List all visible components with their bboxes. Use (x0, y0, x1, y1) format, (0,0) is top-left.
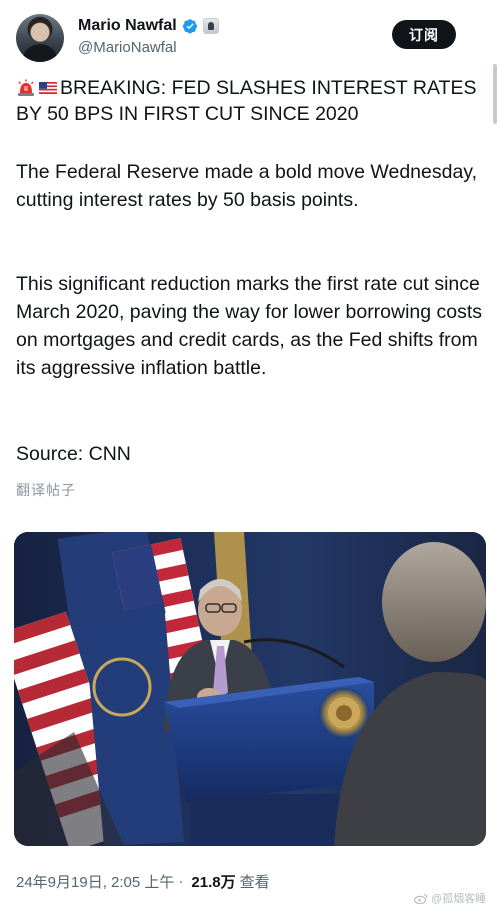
post-paragraph-1: The Federal Reserve made a bold move Wed… (16, 161, 478, 211)
translate-post-link[interactable]: 翻译帖子 (16, 480, 76, 500)
post-meta: 24年9月19日, 2:05 上午 · 21.8万 查看 (16, 871, 270, 892)
headline-text: BREAKING: FED SLASHES INTEREST RATES BY … (16, 77, 477, 125)
post-headline: BREAKING: FED SLASHES INTEREST RATES BY … (16, 75, 486, 127)
siren-emoji-icon (18, 79, 34, 96)
post-timestamp[interactable]: 24年9月19日, 2:05 上午 (16, 871, 174, 892)
post-photo-illustration (14, 532, 486, 846)
post-header: Mario Nawfal @MarioNawfal 订阅 (0, 0, 500, 70)
post-source: Source: CNN (16, 443, 131, 465)
us-flag-emoji-icon (39, 82, 57, 94)
author-name-row: Mario Nawfal (78, 16, 219, 36)
meta-separator: · (178, 873, 184, 890)
avatar-shoulders (22, 44, 58, 62)
affiliate-badge-icon[interactable] (202, 18, 219, 34)
verified-badge-icon (182, 19, 197, 34)
avatar[interactable] (16, 14, 64, 62)
post-photo[interactable] (14, 532, 486, 846)
watermark-text: @孤烟客睡 (431, 893, 487, 905)
weibo-logo-icon (414, 893, 428, 904)
watermark: @孤烟客睡 (414, 890, 486, 906)
author-display-name[interactable]: Mario Nawfal (78, 17, 177, 35)
views-count: 21.8万 (191, 874, 236, 891)
author-handle[interactable]: @MarioNawfal (78, 39, 177, 56)
post-paragraph-2: This significant reduction marks the fir… (16, 273, 483, 379)
subscribe-button[interactable]: 订阅 (392, 20, 456, 49)
scrollbar[interactable] (493, 64, 497, 124)
views-label: 查看 (239, 874, 270, 891)
